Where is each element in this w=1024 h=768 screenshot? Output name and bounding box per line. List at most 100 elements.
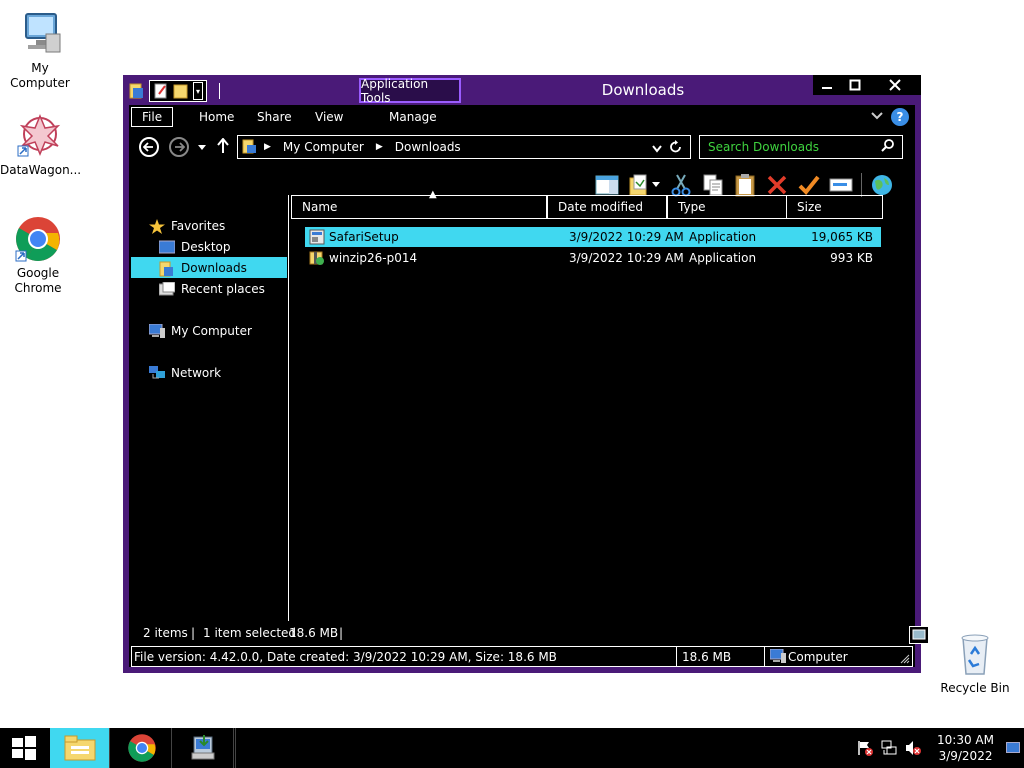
search-input[interactable] xyxy=(708,140,878,154)
delete-icon[interactable] xyxy=(765,173,789,197)
file-name: winzip26-p014 xyxy=(329,251,418,265)
cut-icon[interactable] xyxy=(669,173,693,197)
refresh-icon[interactable] xyxy=(670,140,682,157)
nav-label: Downloads xyxy=(181,260,247,275)
checkmark-icon[interactable] xyxy=(797,173,821,197)
system-tray: 10:30 AM 3/9/2022 xyxy=(857,728,1024,768)
computer-icon xyxy=(16,10,64,58)
qat-dropdown-icon[interactable]: ▾ xyxy=(193,82,203,100)
breadcrumb-separator-icon[interactable]: ▶ xyxy=(258,142,277,152)
file-size: 993 KB xyxy=(830,251,873,265)
status-size: 18.6 MB xyxy=(682,650,732,664)
winzip-icon xyxy=(309,250,325,266)
selected-size: 18.6 MB xyxy=(289,626,339,640)
desktop-icon-chrome[interactable]: Google Chrome xyxy=(0,215,78,296)
table-row[interactable]: winzip26-p014 3/9/2022 10:29 AM Applicat… xyxy=(305,248,881,268)
nav-label: Recent places xyxy=(181,281,265,296)
safari-setup-icon xyxy=(309,229,325,245)
tab-file[interactable]: File xyxy=(131,107,174,127)
tab-view[interactable]: View xyxy=(305,107,353,127)
nav-label: My Computer xyxy=(171,323,252,338)
back-button[interactable] xyxy=(139,137,159,157)
column-header-type[interactable]: Type xyxy=(667,195,787,219)
toolbar-separator xyxy=(861,173,862,197)
status-separator: | xyxy=(339,626,344,640)
paste-icon[interactable] xyxy=(733,173,757,197)
ribbon-right-controls: ? xyxy=(871,108,909,126)
window-title: Downloads xyxy=(601,81,685,99)
expand-ribbon-icon[interactable] xyxy=(871,110,883,124)
forward-button[interactable] xyxy=(169,137,189,157)
action-center-flag-icon[interactable] xyxy=(857,740,874,756)
nav-item-recent-places[interactable]: Recent places xyxy=(158,278,287,299)
recent-locations-icon[interactable] xyxy=(197,141,207,155)
status-bar-divider xyxy=(676,647,677,666)
file-type: Application xyxy=(689,230,757,244)
tab-home[interactable]: Home xyxy=(189,107,244,127)
tab-application-tools[interactable]: Application Tools xyxy=(359,77,461,105)
file-size: 19,065 KB xyxy=(811,230,873,244)
breadcrumb-separator-icon[interactable]: ▶ xyxy=(370,142,389,152)
search-box[interactable] xyxy=(699,135,903,159)
column-header-size[interactable]: Size xyxy=(787,195,883,219)
volume-muted-icon[interactable] xyxy=(905,740,922,756)
properties-icon[interactable] xyxy=(153,82,169,100)
folder-app-icon xyxy=(129,82,145,100)
star-icon xyxy=(149,218,165,234)
desktop-icon-label: Google Chrome xyxy=(14,266,62,295)
title-bar[interactable]: ▾ Application Tools Downloads xyxy=(123,75,921,105)
rename-icon[interactable] xyxy=(829,173,853,197)
new-folder-icon[interactable] xyxy=(173,82,189,100)
navigation-pane: Favorites Desktop Downloads Recent place… xyxy=(129,203,289,623)
desktop-icon-my-computer[interactable]: My Computer xyxy=(0,10,80,91)
maximize-button[interactable] xyxy=(841,75,869,95)
show-desktop-icon[interactable] xyxy=(1006,742,1020,754)
nav-item-downloads[interactable]: Downloads xyxy=(131,257,287,278)
tab-manage[interactable]: Manage xyxy=(379,107,447,127)
window-controls xyxy=(813,75,921,97)
breadcrumb-my-computer[interactable]: My Computer xyxy=(277,140,370,154)
explorer-window: ▾ Application Tools Downloads File Home … xyxy=(123,75,929,673)
nav-item-favorites[interactable]: Favorites xyxy=(149,215,287,236)
column-header-date-modified[interactable]: Date modified xyxy=(547,195,667,219)
network-tray-icon[interactable] xyxy=(881,740,897,756)
taskbar-file-explorer[interactable] xyxy=(50,728,110,768)
file-date: 3/9/2022 10:29 AM xyxy=(569,251,684,265)
nav-item-network[interactable]: Network xyxy=(149,362,287,383)
start-button[interactable] xyxy=(0,728,48,768)
desktop-icon-recycle-bin[interactable]: Recycle Bin xyxy=(935,630,1015,696)
table-row[interactable]: SafariSetup 3/9/2022 10:29 AM Applicatio… xyxy=(305,227,881,247)
desktop-icon-label: Recycle Bin xyxy=(940,681,1010,695)
status-line: 2 items | 1 item selected 18.6 MB | xyxy=(129,624,929,644)
desktop-icon-label: DataWagon... xyxy=(0,163,82,177)
open-folder-icon[interactable] xyxy=(627,173,661,197)
copy-icon[interactable] xyxy=(701,173,725,197)
resize-grip-icon[interactable] xyxy=(900,653,910,667)
help-icon[interactable]: ? xyxy=(891,108,909,126)
address-bar[interactable]: ▶ My Computer ▶ Downloads xyxy=(237,135,691,159)
nav-item-my-computer[interactable]: My Computer xyxy=(148,320,287,341)
recent-places-icon xyxy=(158,281,176,296)
tab-share[interactable]: Share xyxy=(247,107,302,127)
pane-divider[interactable] xyxy=(288,195,289,621)
minimize-button[interactable] xyxy=(813,75,841,95)
preview-pane-icon[interactable] xyxy=(595,173,619,197)
globe-icon[interactable] xyxy=(870,173,894,197)
up-arrow-icon[interactable] xyxy=(217,137,229,157)
nav-label: Network xyxy=(171,365,222,380)
nav-item-desktop[interactable]: Desktop xyxy=(158,236,287,257)
system-clock[interactable]: 10:30 AM 3/9/2022 xyxy=(937,732,994,764)
breadcrumb-downloads[interactable]: Downloads xyxy=(389,140,467,154)
clock-time: 10:30 AM xyxy=(937,733,994,747)
search-icon[interactable] xyxy=(881,139,894,156)
taskbar-installer[interactable] xyxy=(174,728,234,768)
taskbar-chrome[interactable] xyxy=(112,728,172,768)
address-dropdown-icon[interactable] xyxy=(652,142,662,156)
network-icon xyxy=(149,365,165,380)
file-date: 3/9/2022 10:29 AM xyxy=(569,230,684,244)
close-button[interactable] xyxy=(869,75,921,95)
explorer-content: ▶ My Computer ▶ Downloads Search Downloa… xyxy=(129,129,929,667)
column-header-name[interactable]: Name xyxy=(291,195,547,219)
large-icons-view-icon[interactable] xyxy=(909,626,929,644)
desktop-icon-datawagon[interactable]: DataWagon... xyxy=(0,112,82,178)
